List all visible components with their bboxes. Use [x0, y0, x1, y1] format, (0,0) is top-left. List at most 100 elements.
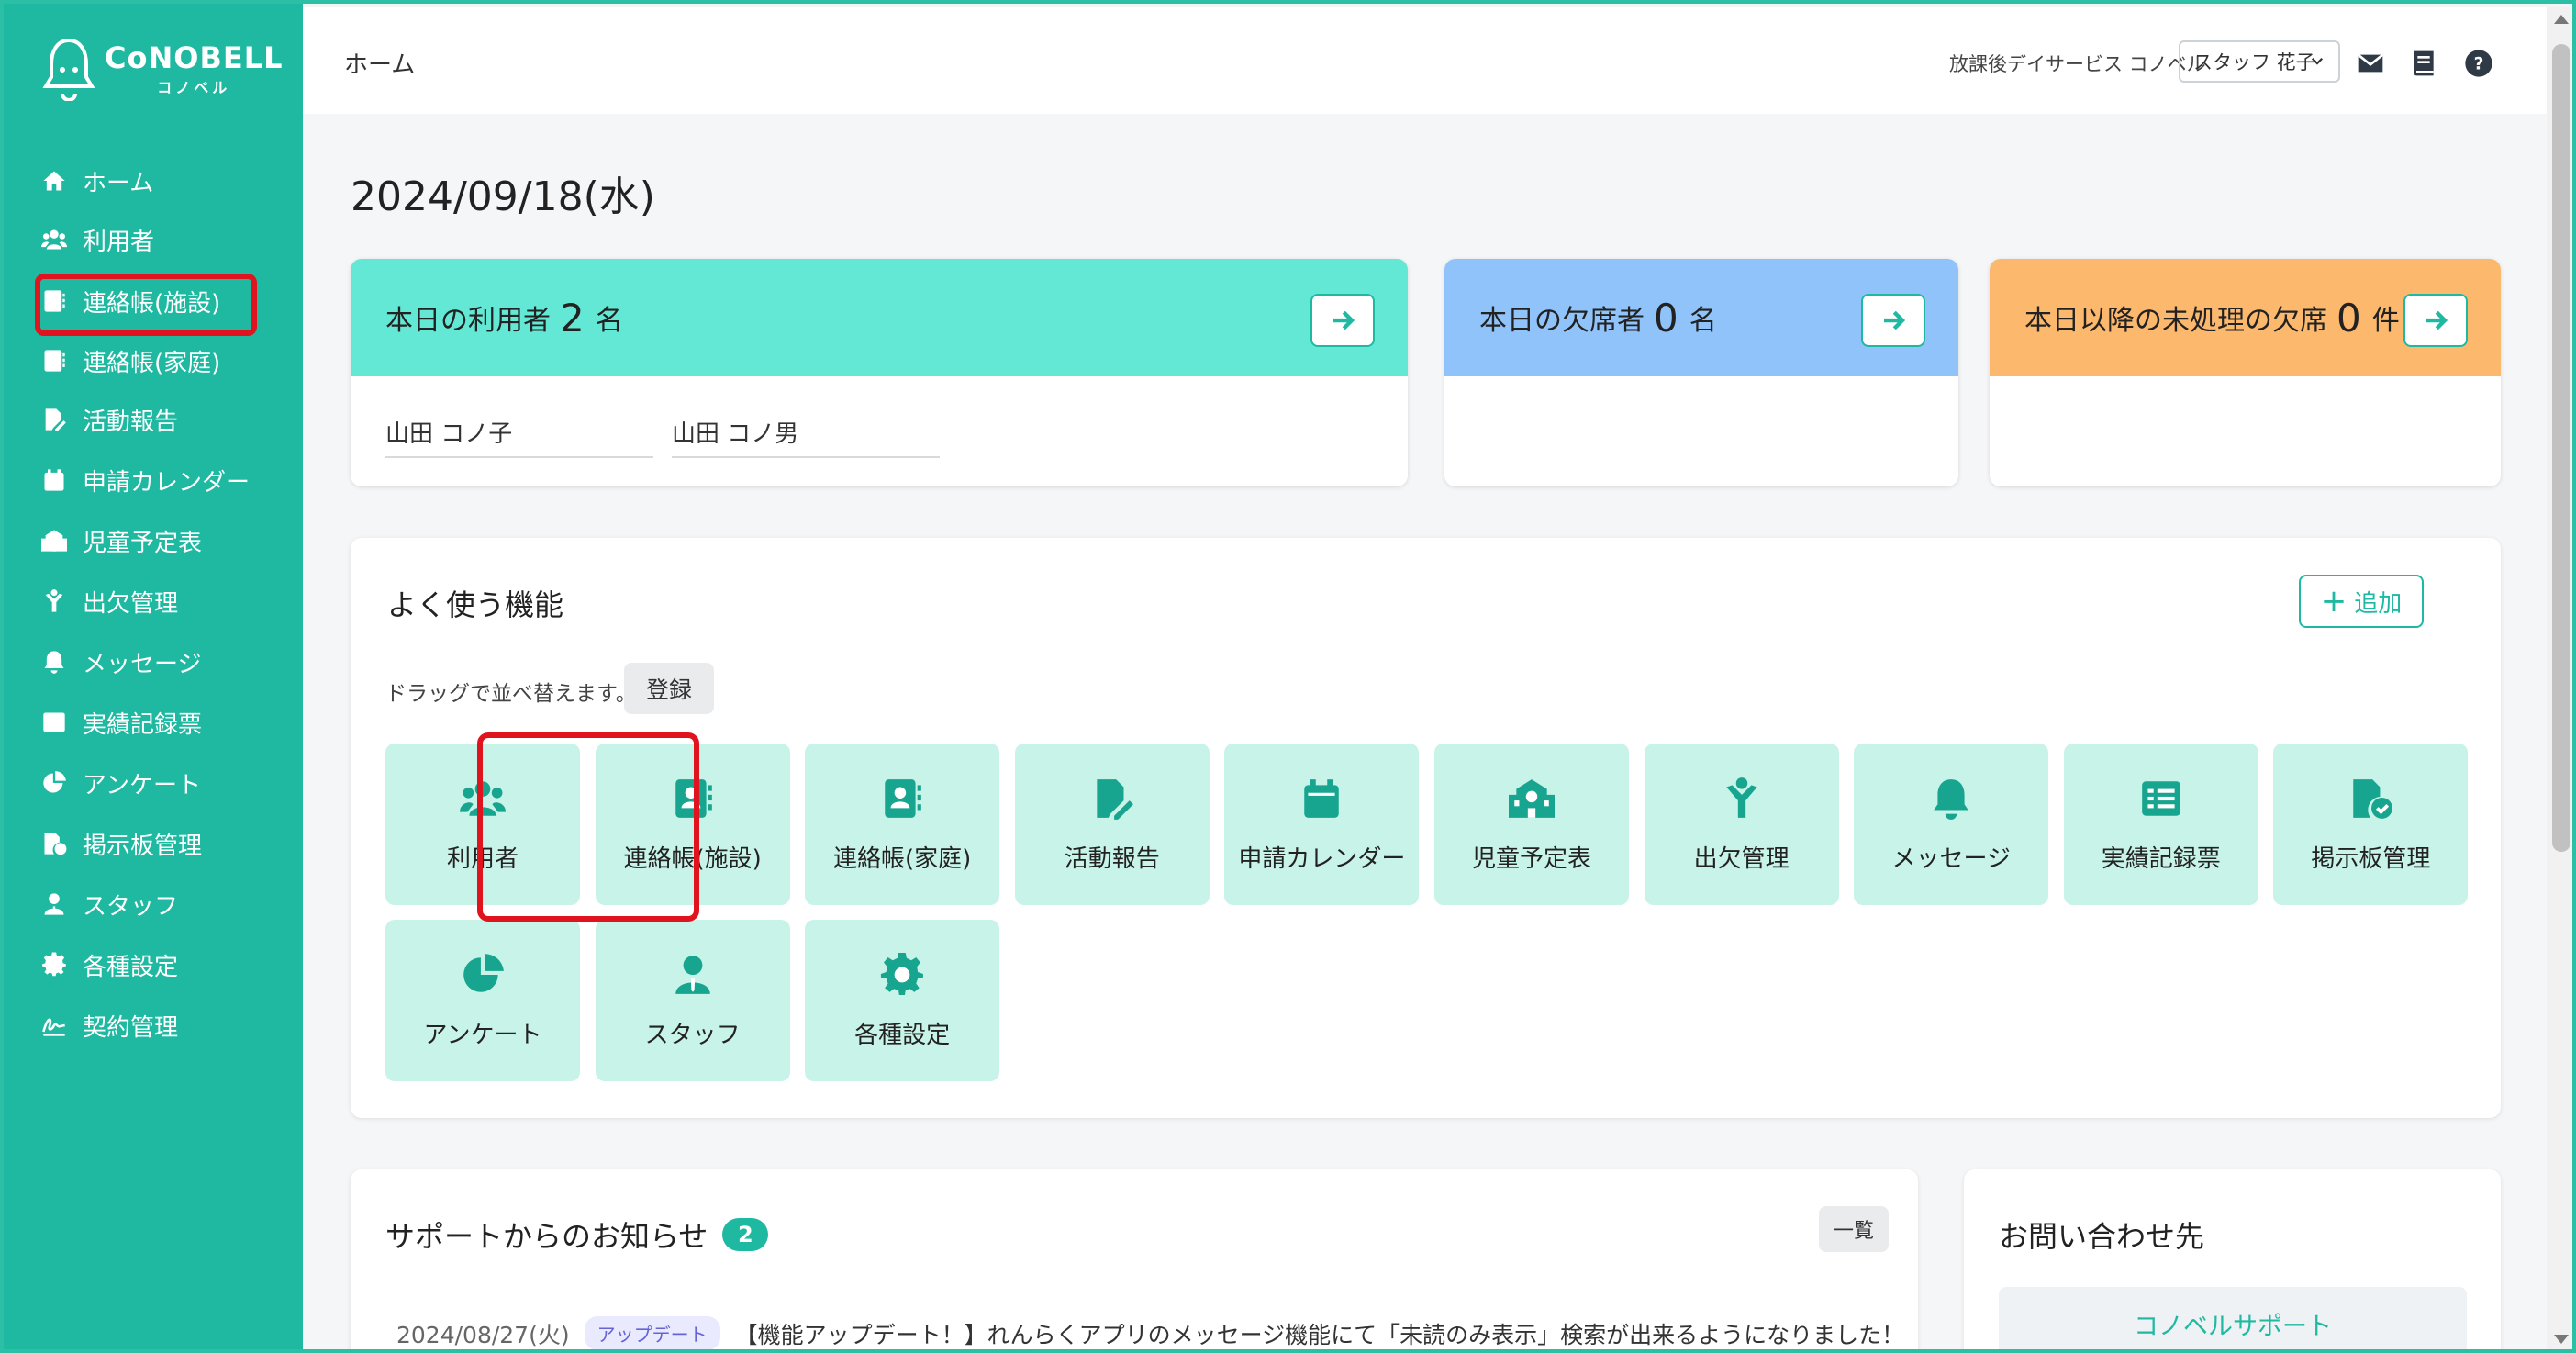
svg-text:?: ?: [2474, 55, 2484, 74]
sidebar-item-label: メッセージ: [83, 650, 202, 678]
help-icon[interactable]: ?: [2463, 48, 2494, 79]
shortcut-tile[interactable]: 各種設定: [805, 920, 1000, 1081]
summary-count: 0: [1654, 295, 1678, 341]
staff-select[interactable]: スタッフ 花子: [2179, 40, 2340, 83]
summary-count: 2: [560, 295, 585, 341]
shortcut-tile-label: 活動報告: [1064, 844, 1160, 873]
shortcut-tile[interactable]: 掲示板管理: [2273, 744, 2469, 905]
sidebar-item[interactable]: メッセージ: [39, 635, 250, 688]
report-edit-icon: [39, 404, 70, 435]
summary-unit: 件: [2371, 305, 2400, 337]
scroll-down-arrow-icon[interactable]: [2554, 1335, 2569, 1344]
signature-icon: [39, 1010, 70, 1041]
shortcut-tile[interactable]: 活動報告: [1014, 744, 1210, 905]
vertical-scrollbar[interactable]: [2547, 7, 2572, 1349]
pie-chart-icon: [39, 767, 70, 799]
summary-arrow-button[interactable]: [1310, 294, 1375, 347]
summary-unit: 名: [1689, 305, 1717, 337]
shortcut-tile-label: 申請カレンダー: [1238, 844, 1406, 873]
users-icon: [39, 224, 70, 255]
shortcut-tile[interactable]: メッセージ: [1854, 744, 2049, 905]
sidebar-item[interactable]: 実績記録票: [39, 696, 250, 749]
shortcut-tile[interactable]: 申請カレンダー: [1224, 744, 1420, 905]
user-chip[interactable]: 山田 コノ男: [672, 415, 940, 458]
shortcut-tile[interactable]: 利用者: [385, 744, 580, 905]
bell-icon: [39, 646, 70, 677]
support-link-button[interactable]: コノベルサポート: [1999, 1287, 2467, 1349]
plus-icon: +: [2320, 583, 2347, 620]
news-date: 2024/08/27(火): [396, 1321, 570, 1348]
news-count-badge: 2: [722, 1218, 769, 1251]
staff-icon: [670, 952, 716, 1016]
main-content: ホーム 放課後デイサービス コノベル スタッフ 花子 ? 2024/09/18(…: [303, 7, 2550, 1349]
breadcrumb[interactable]: ホーム: [344, 46, 415, 80]
news-item[interactable]: 2024/08/27(火) アップデート 【機能アップデート！】れんらくアプリの…: [396, 1316, 1904, 1349]
shortcut-tile[interactable]: アンケート: [385, 920, 580, 1081]
users-icon: [460, 776, 506, 840]
quick-access-panel: よく使う機能 + 追加 ドラッグで並べ替えます。 登録 利用者 連絡帳(施設) 連絡…: [351, 538, 2501, 1118]
arrow-right-icon: [2426, 310, 2448, 330]
news-list-button[interactable]: 一覧: [1819, 1206, 1889, 1252]
sidebar-item[interactable]: 児童予定表: [39, 514, 250, 567]
sidebar-item[interactable]: 連絡帳(施設): [39, 274, 250, 328]
arrow-right-icon: [1333, 310, 1355, 330]
summary-arrow-button[interactable]: [1861, 294, 1925, 347]
sidebar-item-label: 利用者: [83, 228, 155, 256]
register-button[interactable]: 登録: [624, 663, 714, 714]
shortcut-tile[interactable]: 児童予定表: [1434, 744, 1629, 905]
top-bar: ホーム 放課後デイサービス コノベル スタッフ 花子 ?: [303, 7, 2550, 114]
sidebar-item[interactable]: 各種設定: [39, 938, 250, 991]
sidebar-item[interactable]: 利用者: [39, 213, 250, 266]
shortcut-tile-label: アンケート: [423, 1021, 542, 1049]
sidebar-item[interactable]: 連絡帳(家庭): [39, 334, 250, 387]
summary-header: 本日の欠席者 0 名: [1444, 259, 1958, 376]
contact-book-icon: [39, 345, 70, 376]
shortcut-tile-label: 実績記録票: [2101, 844, 2221, 873]
shortcut-tile[interactable]: 連絡帳(家庭): [805, 744, 1000, 905]
summary-label: 本日の欠席者: [1479, 305, 1645, 337]
report-edit-icon: [1089, 776, 1135, 840]
sidebar-item[interactable]: スタッフ: [39, 878, 250, 931]
board-check-icon: [2347, 776, 2393, 840]
list-icon: [2138, 776, 2184, 840]
app-window: CoNOBELL コノベル ホーム 利用者 連絡帳(施設) 連絡帳(家庭) 活動報告 申請…: [0, 0, 2576, 1353]
mail-icon[interactable]: [2355, 48, 2386, 79]
shortcut-tile[interactable]: 実績記録票: [2063, 744, 2258, 905]
list-icon: [39, 707, 70, 738]
manual-book-icon[interactable]: [2408, 48, 2439, 79]
sidebar-item[interactable]: 契約管理: [39, 999, 250, 1052]
shortcut-tile[interactable]: スタッフ: [595, 920, 790, 1081]
contact-book-icon: [670, 776, 716, 840]
chevron-down-icon: [2309, 51, 2325, 73]
facility-name: 放課後デイサービス コノベル: [1949, 53, 2206, 75]
add-label: 追加: [2354, 589, 2403, 618]
scrollbar-thumb[interactable]: [2552, 44, 2570, 852]
user-chip[interactable]: 山田 コノ子: [385, 415, 653, 458]
sidebar-item[interactable]: ホーム: [39, 154, 250, 207]
summary-unit: 名: [595, 305, 623, 337]
shortcut-tile-label: 出欠管理: [1693, 844, 1790, 873]
sidebar-item-label: 活動報告: [83, 408, 179, 436]
summary-card-absent: 本日の欠席者 0 名: [1444, 259, 1958, 486]
logo-title: CoNOBELL: [105, 40, 284, 75]
add-shortcut-button[interactable]: + 追加: [2299, 575, 2424, 628]
scroll-up-arrow-icon[interactable]: [2554, 15, 2569, 24]
sidebar-item[interactable]: アンケート: [39, 756, 250, 810]
sidebar-item[interactable]: 掲示板管理: [39, 817, 250, 870]
sidebar-item-label: 契約管理: [83, 1013, 179, 1042]
summary-arrow-button[interactable]: [2403, 294, 2468, 347]
summary-label: 本日の利用者: [385, 305, 551, 337]
staff-select-value: スタッフ 花子: [2193, 51, 2315, 73]
pie-chart-icon: [460, 952, 506, 1016]
calendar-icon: [1299, 776, 1344, 840]
shortcut-tile-label: 児童予定表: [1471, 844, 1591, 873]
shortcut-tile[interactable]: 出欠管理: [1644, 744, 1839, 905]
shortcut-tile-label: 連絡帳(家庭): [833, 844, 972, 873]
sidebar-item[interactable]: 出欠管理: [39, 575, 250, 628]
sidebar-item[interactable]: 申請カレンダー: [39, 453, 250, 507]
logo[interactable]: CoNOBELL コノベル: [42, 37, 283, 101]
shortcut-tile[interactable]: 連絡帳(施設): [595, 744, 790, 905]
shortcut-tile-label: 利用者: [446, 844, 519, 873]
sidebar-item[interactable]: 活動報告: [39, 393, 250, 446]
sidebar-item-label: ホーム: [83, 169, 154, 197]
